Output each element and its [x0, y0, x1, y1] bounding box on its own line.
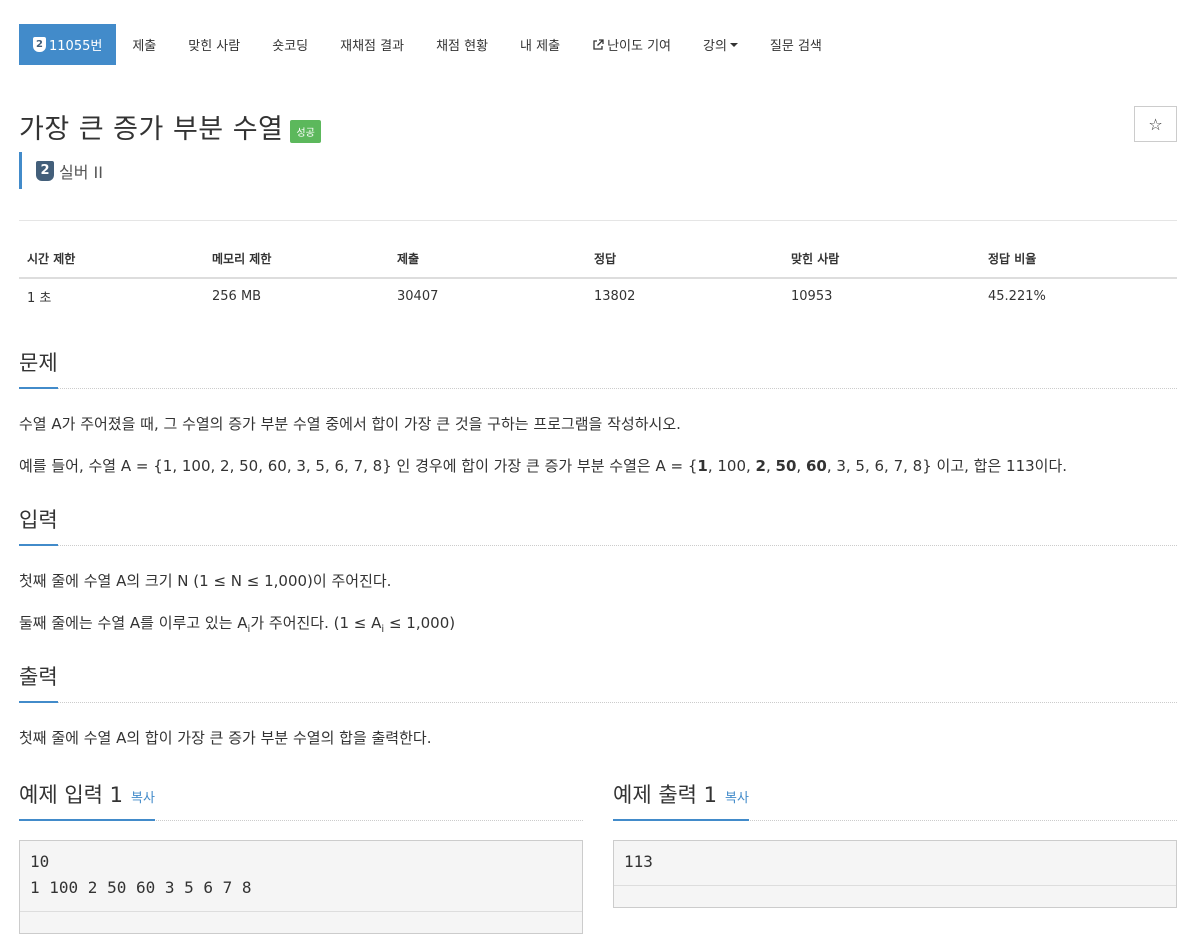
nav-rejudge-results[interactable]: 재채점 결과 [324, 24, 420, 65]
copy-sample-output-link[interactable]: 복사 [725, 791, 749, 806]
table-header-row: 시간 제한 메모리 제한 제출 정답 맞힌 사람 정답 비율 [19, 240, 1177, 279]
problem-description-2: 예를 들어, 수열 A = {1, 100, 2, 50, 60, 3, 5, … [19, 457, 1068, 475]
status-badge: 성공 [290, 120, 321, 143]
divider [19, 220, 1177, 221]
input-description-2: 둘째 줄에는 수열 A를 이루고 있는 Ai가 주어진다. (1 ≤ Ai ≤ … [19, 614, 456, 635]
nav-difficulty-contribution-label: 난이도 기여 [607, 39, 671, 54]
sample-output-title: 예제 출력 1 복사 [613, 779, 749, 821]
nav-difficulty-contribution[interactable]: 난이도 기여 [576, 24, 687, 65]
input-section-header: 입력 [19, 504, 1177, 546]
nav-solved-users-label: 맞힌 사람 [188, 39, 241, 54]
nav-submit[interactable]: 제출 [116, 24, 172, 65]
nav-my-submissions-label: 내 제출 [520, 39, 561, 54]
output-section-title: 출력 [19, 661, 58, 703]
nav-short-coding-label: 숏코딩 [272, 39, 309, 54]
header-accepted: 정답 [586, 240, 783, 279]
nav-lectures-dropdown[interactable]: 강의 [687, 24, 754, 65]
time-limit-value: 1 초 [27, 291, 52, 306]
nav-rejudge-results-label: 재채점 결과 [340, 39, 405, 54]
problem-title: 가장 큰 증가 부분 수열 [19, 114, 284, 145]
output-description: 첫째 줄에 수열 A의 합이 가장 큰 증가 부분 수열의 합을 출력한다. [19, 729, 432, 747]
problem-description-1: 수열 A가 주어졌을 때, 그 수열의 증가 부분 수열 중에서 합이 가장 큰… [19, 415, 681, 433]
sample-input-title: 예제 입력 1 복사 [19, 779, 155, 821]
problem-info-table: 시간 제한 메모리 제한 제출 정답 맞힌 사람 정답 비율 1 초 256 M… [19, 240, 1177, 314]
tier-label: 실버 II [59, 162, 103, 182]
input-description-1: 첫째 줄에 수열 A의 크기 N (1 ≤ N ≤ 1,000)이 주어진다. [19, 572, 392, 590]
sample-output-header: 예제 출력 1 복사 [613, 779, 1177, 821]
tier-icon: 2 [36, 160, 54, 181]
header-solved-users: 맞힌 사람 [783, 240, 980, 279]
problem-nav: 2 11055번 제출 맞힌 사람 숏코딩 재채점 결과 채점 현황 내 제출 … [19, 24, 838, 65]
header-submissions: 제출 [389, 240, 586, 279]
nav-my-submissions[interactable]: 내 제출 [504, 24, 576, 65]
problem-section-title: 문제 [19, 347, 58, 389]
memory-limit-value: 256 MB [212, 289, 262, 304]
accept-ratio-value: 45.221% [988, 289, 1046, 304]
header-memory-limit: 메모리 제한 [204, 240, 389, 279]
copy-sample-input-link[interactable]: 복사 [131, 791, 155, 806]
nav-problem-number[interactable]: 2 11055번 [19, 24, 117, 65]
tier-icon: 2 [33, 37, 46, 52]
caret-down-icon [729, 42, 738, 47]
sample-box-footer [20, 911, 582, 933]
problem-tier: 2 실버 II [19, 152, 103, 189]
problem-title-row: 가장 큰 증가 부분 수열 성공 [19, 107, 321, 146]
input-section-title: 입력 [19, 504, 58, 546]
nav-submit-label: 제출 [132, 39, 157, 54]
output-section-header: 출력 [19, 661, 1177, 703]
problem-section-header: 문제 [19, 347, 1177, 389]
nav-lectures-label: 강의 [703, 39, 727, 54]
sample-input-box[interactable]: 10 1 100 2 50 60 3 5 6 7 8 [19, 840, 583, 934]
external-link-icon [593, 38, 604, 50]
sample-output-box[interactable]: 113 [613, 840, 1177, 908]
sample-box-footer [614, 885, 1176, 907]
nav-short-coding[interactable]: 숏코딩 [256, 24, 324, 65]
nav-judge-status-label: 채점 현황 [436, 39, 489, 54]
sample-output-content: 113 [624, 852, 653, 871]
header-time-limit: 시간 제한 [19, 240, 204, 279]
solved-users-value: 10953 [791, 289, 833, 304]
star-icon: ☆ [1148, 114, 1163, 134]
accepted-value: 13802 [594, 289, 636, 304]
table-row: 1 초 256 MB 30407 13802 10953 45.221% [19, 278, 1177, 314]
nav-question-search[interactable]: 질문 검색 [754, 24, 838, 65]
nav-solved-users[interactable]: 맞힌 사람 [172, 24, 256, 65]
submissions-value: 30407 [397, 289, 439, 304]
nav-question-search-label: 질문 검색 [769, 39, 822, 54]
sample-input-header: 예제 입력 1 복사 [19, 779, 583, 821]
favorite-star-button[interactable]: ☆ [1134, 106, 1177, 142]
nav-judge-status[interactable]: 채점 현황 [420, 24, 504, 65]
sample-input-content: 10 1 100 2 50 60 3 5 6 7 8 [30, 852, 252, 897]
header-accept-ratio: 정답 비율 [980, 240, 1177, 279]
nav-problem-number-label: 11055번 [49, 39, 103, 54]
